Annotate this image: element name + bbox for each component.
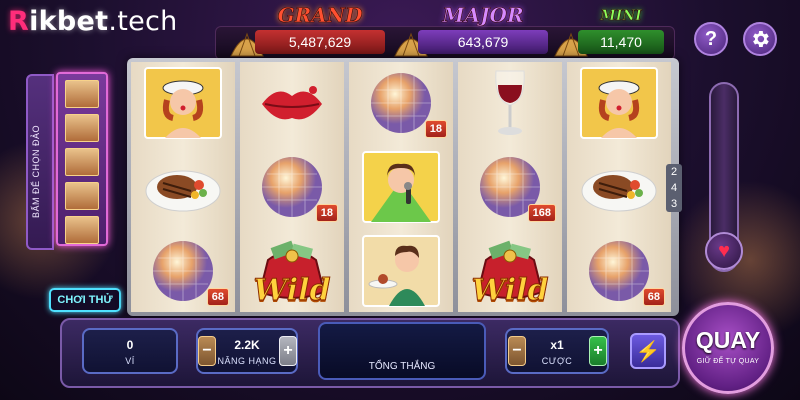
island-thumbnail[interactable] — [65, 182, 99, 210]
total-win-display: TỔNG THẮNG — [318, 322, 486, 380]
multiplier-badge: 168 — [527, 204, 556, 222]
symbol-steak-plate — [131, 146, 235, 228]
multiplier-badge: 68 — [642, 288, 665, 306]
bet-plus-button[interactable]: + — [589, 336, 607, 366]
symbol-disco-ball: 68 — [567, 230, 671, 312]
symbol-wild-money-bag: Wild — [240, 230, 344, 312]
spin-button[interactable]: QUAY GIỮ ĐỂ TỰ QUAY — [682, 302, 774, 394]
jackpot-major-title: MAJOR — [442, 3, 524, 28]
reel-column: 68 — [131, 62, 235, 312]
help-icon: ? — [704, 27, 718, 50]
island-selector-label: BẤM ĐỂ CHỌN ĐẢO — [31, 124, 41, 218]
reel-column: 68 — [567, 62, 671, 312]
multiplier-badge: 18 — [424, 120, 447, 138]
symbol-wild-money-bag: Wild — [458, 230, 562, 312]
game-screen: Rikbet .tech GRAND 5,487,629 MAJOR 643,67… — [0, 0, 800, 400]
lightning-icon: ⚡ — [635, 340, 661, 363]
jackpot-mini-title: MINI — [600, 8, 642, 25]
help-button[interactable]: ? — [694, 22, 728, 56]
multiplier-badge: 68 — [206, 288, 229, 306]
jackpot-grand: GRAND 5,487,629 — [255, 2, 385, 60]
symbol-disco-ball: 18 — [349, 62, 453, 144]
symbol-pinup-sailor-lady — [567, 62, 671, 144]
reel-column: 18 — [349, 62, 453, 312]
jackpot-mini-value: 11,470 — [578, 30, 664, 54]
symbol-disco-ball: 168 — [458, 146, 562, 228]
spin-label: QUAY — [695, 327, 761, 353]
symbol-steak-plate — [567, 146, 671, 228]
wild-label: Wild — [471, 273, 549, 309]
symbol-disco-ball: 68 — [131, 230, 235, 312]
island-thumbnail[interactable] — [65, 216, 99, 244]
jackpot-grand-value: 5,487,629 — [255, 30, 385, 54]
upgrade-minus-button[interactable]: − — [198, 336, 216, 366]
spin-hint: GIỮ ĐỂ TỰ QUAY — [696, 358, 760, 365]
symbol-singer-lady — [349, 146, 453, 228]
jackpot-major: MAJOR 643,679 — [418, 2, 548, 60]
jackpot-grand-title: GRAND — [277, 3, 363, 28]
island-thumbnails — [56, 72, 108, 246]
brand-logo: Rikbet .tech — [8, 6, 178, 37]
reel-frame: 68 18 Wild 18 168 Wild 68 — [127, 58, 679, 316]
heart-icon: ♥ — [705, 232, 743, 270]
play-demo-button[interactable]: CHƠI THỬ — [49, 288, 121, 312]
upgrade-plus-button[interactable]: + — [279, 336, 297, 366]
ways-value: 243 — [670, 166, 678, 210]
settings-button[interactable] — [743, 22, 777, 56]
multiplier-badge: 18 — [315, 204, 338, 222]
symbol-red-lips — [240, 62, 344, 144]
reel-column: 18 Wild — [240, 62, 344, 312]
gear-icon — [753, 31, 769, 47]
symbol-red-wine-glass — [458, 62, 562, 144]
ways-counter: 243 — [666, 164, 682, 212]
bet-minus-button[interactable]: − — [508, 336, 526, 366]
total-win-label: TỔNG THẮNG — [368, 361, 436, 372]
wild-label: Wild — [253, 273, 331, 309]
jackpot-mini: MINI 11,470 — [578, 2, 664, 60]
reel-column: 168 Wild — [458, 62, 562, 312]
symbol-waitress-lady — [349, 230, 453, 312]
jackpot-major-value: 643,679 — [418, 30, 548, 54]
island-selector-tab[interactable]: BẤM ĐỂ CHỌN ĐẢO — [26, 74, 54, 250]
island-selector[interactable]: BẤM ĐỂ CHỌN ĐẢO — [26, 64, 110, 252]
island-thumbnail[interactable] — [65, 114, 99, 142]
turbo-button[interactable]: ⚡ — [630, 333, 666, 369]
wallet-label: VÍ — [125, 356, 135, 366]
wallet-value: 0 — [126, 338, 134, 352]
symbol-disco-ball: 18 — [240, 146, 344, 228]
symbol-pinup-sailor-lady — [131, 62, 235, 144]
island-thumbnail[interactable] — [65, 80, 99, 108]
island-thumbnail[interactable] — [65, 148, 99, 176]
wallet-display: 0 VÍ — [82, 328, 178, 374]
